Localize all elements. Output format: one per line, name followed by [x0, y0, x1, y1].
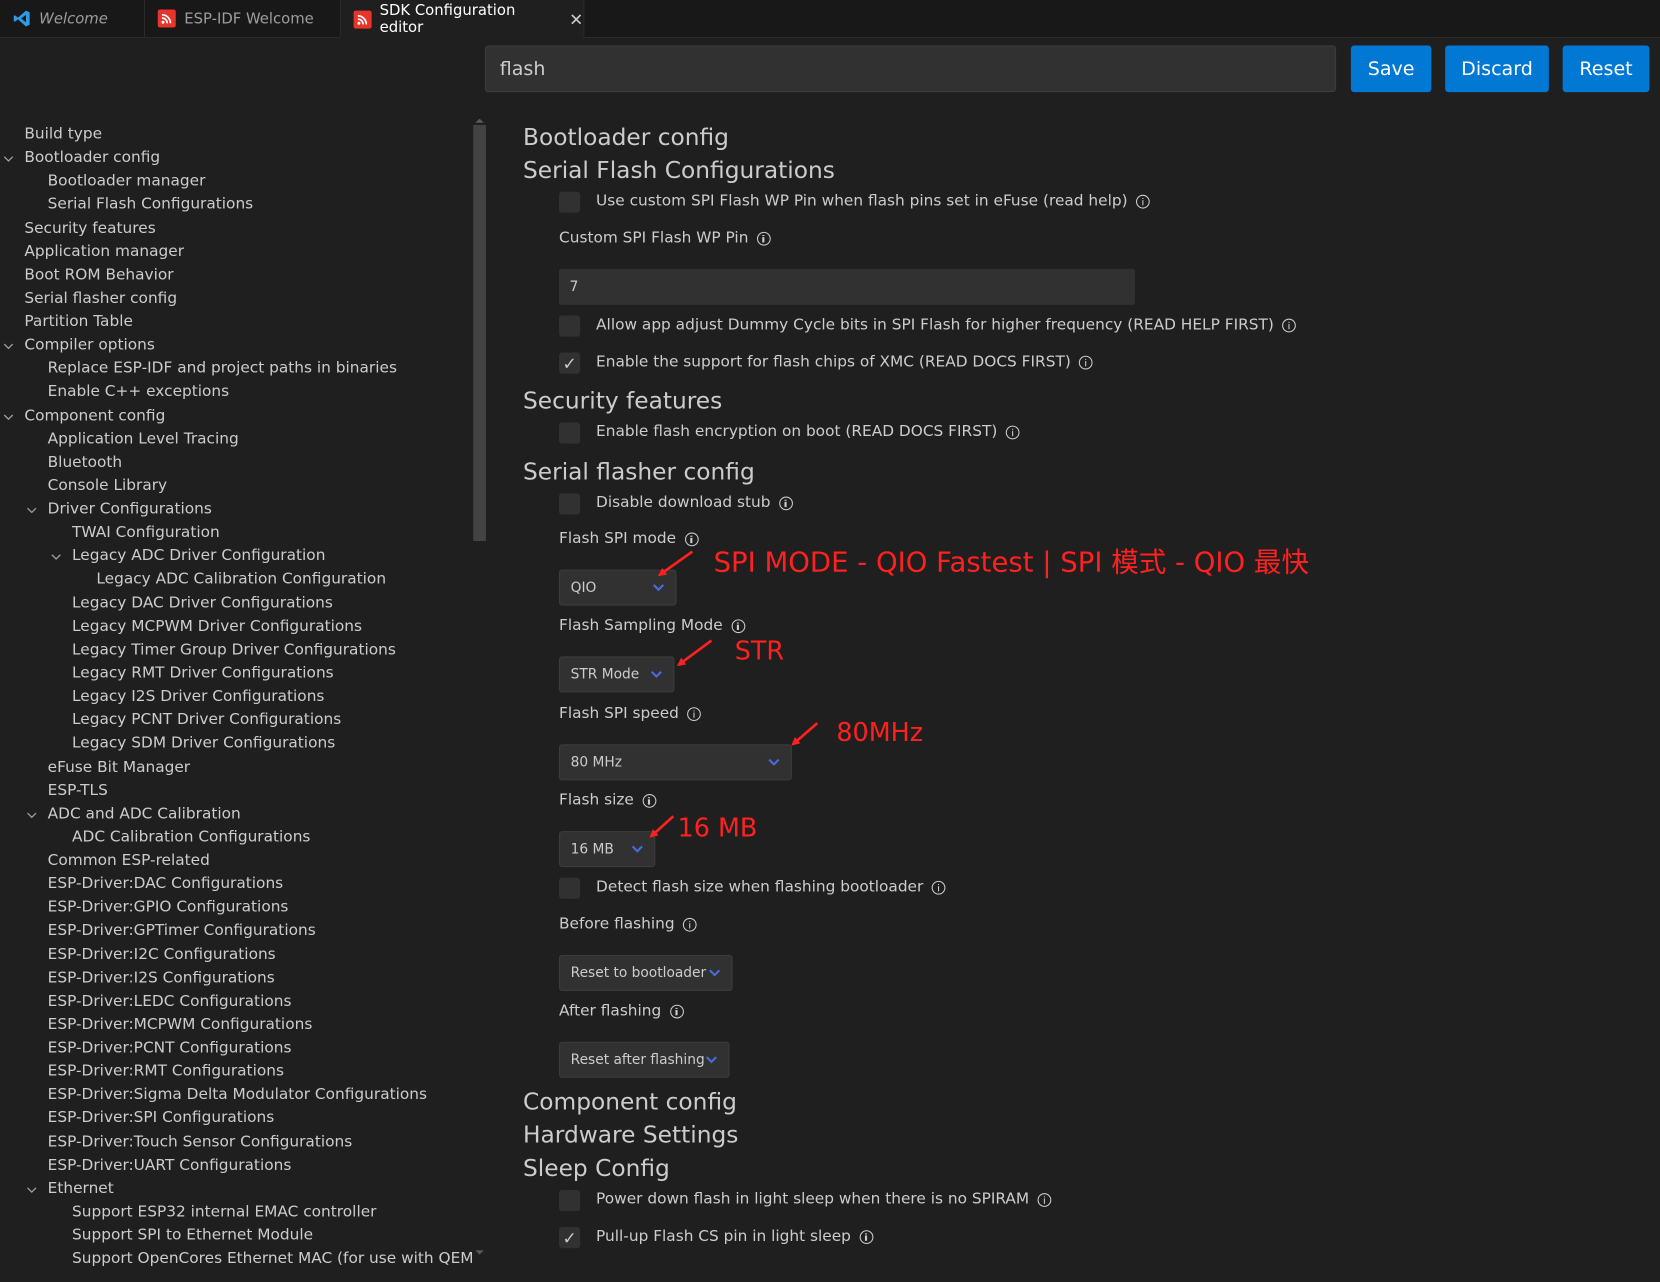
annotation-arrows	[649, 550, 819, 838]
arrow-size	[649, 815, 675, 838]
arrow-sampling	[676, 639, 713, 667]
arrow-speed	[791, 722, 819, 746]
sdk-config-window: Welcome ESP-IDF Welcome SDK Configuratio…	[0, 0, 1660, 1282]
arrow-spi-mode	[657, 550, 694, 577]
